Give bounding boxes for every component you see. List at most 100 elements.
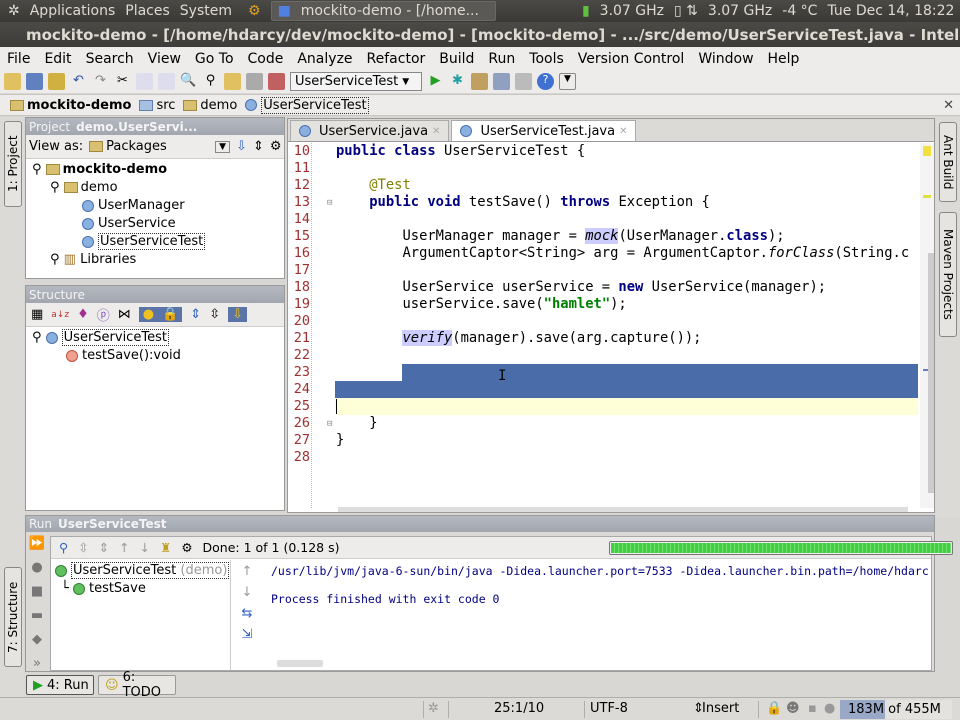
menu-applications[interactable]: Applications	[30, 3, 116, 19]
vertical-scrollbar[interactable]	[928, 253, 934, 493]
breadcrumb-src[interactable]: src	[139, 98, 175, 113]
breadcrumb-class[interactable]: UserServiceTest	[245, 96, 369, 114]
menu-goto[interactable]: Go To	[195, 51, 234, 67]
run-tool-button[interactable]: ▶ 4: Run	[26, 675, 94, 695]
help-icon[interactable]: ?	[537, 73, 554, 90]
menu-window[interactable]: Window	[698, 51, 753, 67]
menu-search[interactable]: Search	[86, 51, 134, 67]
back-icon[interactable]	[224, 73, 241, 90]
inspector-icon[interactable]: ☻	[786, 701, 800, 716]
test-node-class[interactable]: UserServiceTest (demo)	[55, 562, 230, 580]
collapse-icon[interactable]: ⇕	[99, 540, 109, 555]
menu-help[interactable]: Help	[768, 51, 800, 67]
show-properties-icon[interactable]: ♦	[77, 307, 89, 322]
settings-icon[interactable]	[471, 73, 488, 90]
warning-marker[interactable]	[923, 195, 931, 198]
launcher-icon[interactable]: ⚙	[248, 3, 261, 19]
scroll-from-source-icon[interactable]: ⇩	[236, 139, 247, 154]
menu-build[interactable]: Build	[439, 51, 474, 67]
weather[interactable]: -4 °C	[782, 3, 817, 19]
tree-node-project[interactable]: ⚲ mockito-demo	[32, 161, 284, 179]
tree-node-class[interactable]: UserServiceTest	[32, 233, 284, 251]
menu-version-control[interactable]: Version Control	[578, 51, 685, 67]
previous-test-icon[interactable]: ↑	[119, 540, 129, 555]
close-icon[interactable]: ▬	[31, 608, 43, 623]
show-non-public-toggle[interactable]: 🔒	[158, 307, 183, 322]
menu-code[interactable]: Code	[248, 51, 284, 67]
todo-tool-button[interactable]: ☺ 6: TODO	[98, 670, 176, 700]
debug-icon[interactable]: ✱	[449, 73, 466, 90]
view-as-dropdown-button[interactable]: ▼	[215, 140, 231, 153]
close-breadcrumb-icon[interactable]: ✕	[943, 98, 954, 113]
gear-icon[interactable]: ⚙	[181, 540, 192, 555]
taskbar-window-button[interactable]: ■ mockito-demo - [/home...	[270, 1, 496, 21]
comment-icon[interactable]: ●	[31, 560, 42, 575]
tree-node-package[interactable]: ⚲ demo	[32, 179, 284, 197]
save-icon[interactable]	[26, 73, 43, 90]
menu-refactor[interactable]: Refactor	[367, 51, 426, 67]
run-icon[interactable]: ▶	[427, 73, 444, 90]
collapse-all-icon[interactable]: ⇳	[209, 307, 220, 322]
menu-view[interactable]: View	[148, 51, 181, 67]
code-area[interactable]: I ⊟ ⊟ 10 public class UserServiceTest {11…	[288, 143, 918, 508]
event-log-icon[interactable]: ▪	[808, 701, 817, 716]
view-as-select[interactable]: Packages	[89, 139, 209, 154]
fold-marker-icon[interactable]: ⊟	[327, 198, 332, 208]
tree-node-libraries[interactable]: ⚲ ▥ Libraries	[32, 251, 284, 269]
editor-error-stripe[interactable]	[920, 143, 934, 508]
structure-node-method[interactable]: testSave():void	[32, 347, 284, 365]
paste-icon[interactable]	[158, 73, 175, 90]
memory-indicator[interactable]: 183M of 455M	[840, 700, 952, 719]
menu-system[interactable]: System	[180, 3, 232, 19]
pin-icon[interactable]: ◆	[32, 632, 42, 647]
make-icon[interactable]	[268, 73, 285, 90]
toolbar-dropdown-button[interactable]: ▼	[559, 73, 576, 90]
next-test-icon[interactable]: ↓	[140, 540, 150, 555]
close-tab-icon[interactable]: ✕	[619, 126, 627, 137]
find-icon[interactable]: 🔍	[180, 73, 197, 90]
horizontal-scrollbar[interactable]	[338, 507, 908, 512]
more-icon[interactable]: »	[33, 656, 41, 671]
run-configuration-select[interactable]: UserServiceTest ▼	[290, 72, 422, 91]
menu-analyze[interactable]: Analyze	[297, 51, 352, 67]
filter-icon[interactable]: ⚲	[59, 540, 68, 555]
structure-tool-tab[interactable]: 7: Structure	[4, 567, 22, 667]
menu-file[interactable]: File	[7, 51, 30, 67]
fold-marker-icon[interactable]: ⊟	[327, 419, 332, 429]
soft-wrap-icon[interactable]: ⇆	[242, 606, 253, 621]
menu-tools[interactable]: Tools	[529, 51, 564, 67]
undo-icon[interactable]: ↶	[70, 73, 87, 90]
tab-userservicetest-java[interactable]: UserServiceTest.java ✕	[451, 120, 637, 141]
maven-projects-tool-tab[interactable]: Maven Projects	[939, 212, 957, 337]
sort-alpha-icon[interactable]: a↓z	[51, 310, 69, 320]
forward-icon[interactable]	[246, 73, 263, 90]
fields-icon[interactable]: ⓟ	[97, 305, 110, 324]
tab-userservice-java[interactable]: UserService.java ✕	[290, 120, 450, 141]
hierarchy-icon[interactable]: ⋈	[118, 307, 131, 322]
console-output[interactable]: /usr/lib/jvm/java-6-sun/bin/java -Didea.…	[271, 564, 929, 659]
expand-icon[interactable]: ⇳	[78, 540, 88, 555]
ant-build-tool-tab[interactable]: Ant Build	[939, 122, 957, 202]
structure-node-class[interactable]: ⚲ UserServiceTest	[32, 329, 284, 347]
caret-position[interactable]: 25:1/10	[494, 701, 544, 716]
show-fields-toggle[interactable]: ●	[138, 307, 159, 322]
clock[interactable]: Tue Dec 14, 18:22	[827, 3, 954, 19]
copy-icon[interactable]	[136, 73, 153, 90]
scroll-to-end-icon[interactable]: ⇲	[242, 627, 253, 642]
breadcrumb-project[interactable]: mockito-demo	[10, 98, 131, 113]
rerun-icon[interactable]: ⏩	[29, 536, 45, 551]
show-inherited-icon[interactable]: ▦	[31, 307, 43, 322]
tree-node-class[interactable]: UserManager	[32, 197, 284, 215]
autoscroll-toggle[interactable]: ⇩	[228, 307, 247, 322]
cut-icon[interactable]: ✂	[114, 73, 131, 90]
menu-places[interactable]: Places	[125, 3, 170, 19]
sync-icon[interactable]	[48, 73, 65, 90]
export-icon[interactable]: ♜	[160, 540, 171, 555]
tree-node-class[interactable]: UserService	[32, 215, 284, 233]
menu-run[interactable]: Run	[488, 51, 515, 67]
test-node-method[interactable]: └ testSave	[55, 580, 230, 598]
menu-edit[interactable]: Edit	[44, 51, 71, 67]
plugin-icon[interactable]	[515, 73, 532, 90]
close-tab-icon[interactable]: ✕	[432, 126, 440, 137]
gear-icon[interactable]: ⚙	[270, 139, 282, 154]
